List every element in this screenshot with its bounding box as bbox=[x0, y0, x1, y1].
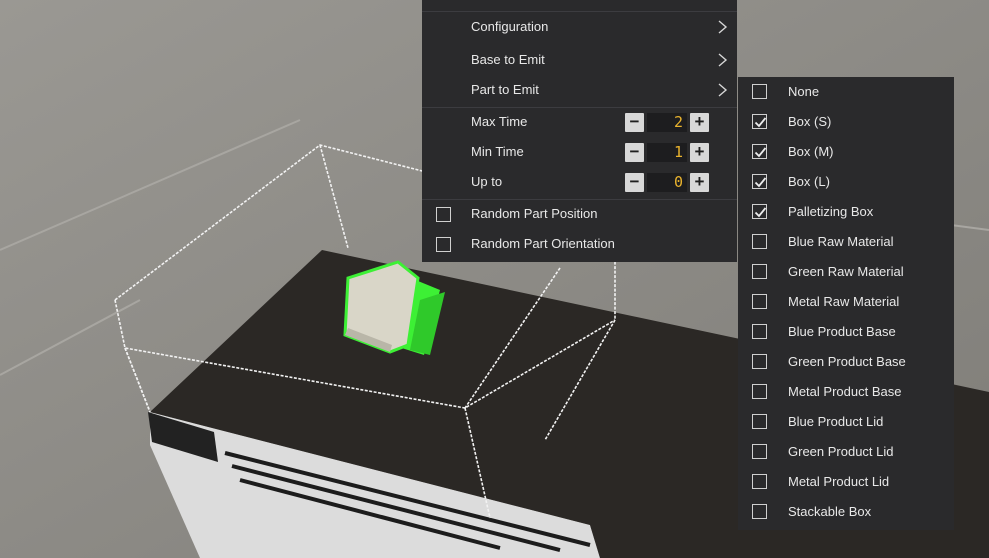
part-option-item[interactable]: Palletizing Box bbox=[738, 197, 954, 227]
part-option-label: Blue Product Lid bbox=[788, 414, 884, 429]
random-part-position-label: Random Part Position bbox=[471, 206, 598, 221]
part-option-checkbox[interactable] bbox=[752, 294, 767, 309]
part-option-checkbox[interactable] bbox=[752, 174, 767, 189]
part-option-checkbox[interactable] bbox=[752, 384, 767, 399]
part-option-item[interactable]: Blue Raw Material bbox=[738, 227, 954, 257]
part-option-checkbox[interactable] bbox=[752, 474, 767, 489]
part-option-label: Green Product Base bbox=[788, 354, 906, 369]
part-option-label: Box (M) bbox=[788, 144, 834, 159]
part-option-checkbox[interactable] bbox=[752, 324, 767, 339]
random-part-position-row[interactable]: Random Part Position bbox=[422, 199, 737, 229]
part-option-item[interactable]: None bbox=[738, 77, 954, 107]
min-time-label: Min Time bbox=[471, 144, 524, 159]
max-time-increment-button[interactable]: + bbox=[690, 113, 709, 132]
checkmark-icon bbox=[754, 207, 767, 218]
random-part-orientation-row[interactable]: Random Part Orientation bbox=[422, 229, 737, 259]
max-time-stepper: − 2 + bbox=[625, 113, 709, 133]
min-time-decrement-button[interactable]: − bbox=[625, 143, 644, 162]
part-option-item[interactable]: Box (S) bbox=[738, 107, 954, 137]
part-option-label: Palletizing Box bbox=[788, 204, 874, 219]
up-to-label: Up to bbox=[471, 174, 503, 189]
menu-item-part-to-emit[interactable]: Part to Emit bbox=[422, 75, 737, 105]
min-time-stepper: − 1 + bbox=[625, 143, 709, 163]
max-time-decrement-button[interactable]: − bbox=[625, 113, 644, 132]
random-part-orientation-label: Random Part Orientation bbox=[471, 236, 615, 251]
up-to-increment-button[interactable]: + bbox=[690, 173, 709, 192]
part-option-item[interactable]: Metal Product Base bbox=[738, 377, 954, 407]
checkmark-icon bbox=[754, 177, 767, 188]
menu-item-label: Part to Emit bbox=[471, 82, 539, 97]
max-time-value[interactable]: 2 bbox=[647, 113, 687, 132]
part-option-item[interactable]: Green Product Base bbox=[738, 347, 954, 377]
emitter-context-menu: Configuration Base to Emit Part to Emit … bbox=[422, 0, 737, 262]
menu-item-label: Configuration bbox=[471, 19, 549, 34]
max-time-row: Max Time − 2 + bbox=[422, 107, 737, 137]
min-time-increment-button[interactable]: + bbox=[690, 143, 709, 162]
menu-item-label: Base to Emit bbox=[471, 52, 545, 67]
part-option-checkbox[interactable] bbox=[752, 114, 767, 129]
part-option-item[interactable]: Blue Product Base bbox=[738, 317, 954, 347]
part-option-checkbox[interactable] bbox=[752, 354, 767, 369]
up-to-row: Up to − 0 + bbox=[422, 167, 737, 197]
part-option-label: Box (L) bbox=[788, 174, 830, 189]
random-part-orientation-checkbox[interactable] bbox=[436, 237, 451, 252]
part-option-checkbox[interactable] bbox=[752, 444, 767, 459]
part-option-checkbox[interactable] bbox=[752, 204, 767, 219]
chevron-right-icon bbox=[718, 20, 728, 34]
part-option-item[interactable]: Box (L) bbox=[738, 167, 954, 197]
part-option-checkbox[interactable] bbox=[752, 264, 767, 279]
chevron-right-icon bbox=[718, 83, 728, 97]
part-option-item[interactable]: Stackable Box bbox=[738, 497, 954, 527]
part-option-label: Green Raw Material bbox=[788, 264, 904, 279]
min-time-value[interactable]: 1 bbox=[647, 143, 687, 162]
checkmark-icon bbox=[754, 117, 767, 128]
checkmark-icon bbox=[754, 147, 767, 158]
part-option-item[interactable]: Green Product Lid bbox=[738, 437, 954, 467]
part-option-label: None bbox=[788, 84, 820, 99]
up-to-value[interactable]: 0 bbox=[647, 173, 687, 192]
part-option-label: Metal Product Base bbox=[788, 384, 902, 399]
part-option-label: Blue Raw Material bbox=[788, 234, 894, 249]
part-option-label: Metal Product Lid bbox=[788, 474, 890, 489]
min-time-row: Min Time − 1 + bbox=[422, 137, 737, 167]
part-option-label: Blue Product Base bbox=[788, 324, 896, 339]
part-to-emit-submenu: None Box (S) Box (M) Box (L) Palletizing Box… bbox=[738, 77, 954, 530]
part-option-checkbox[interactable] bbox=[752, 144, 767, 159]
part-option-checkbox[interactable] bbox=[752, 504, 767, 519]
part-option-label: Metal Raw Material bbox=[788, 294, 900, 309]
part-option-item[interactable]: Metal Product Lid bbox=[738, 467, 954, 497]
random-part-position-checkbox[interactable] bbox=[436, 207, 451, 222]
part-option-item[interactable]: Metal Raw Material bbox=[738, 287, 954, 317]
part-option-label: Green Product Lid bbox=[788, 444, 894, 459]
chevron-right-icon bbox=[718, 53, 728, 67]
up-to-stepper: − 0 + bbox=[625, 173, 709, 193]
up-to-decrement-button[interactable]: − bbox=[625, 173, 644, 192]
part-option-item[interactable]: Green Raw Material bbox=[738, 257, 954, 287]
part-option-label: Stackable Box bbox=[788, 504, 872, 519]
part-option-checkbox[interactable] bbox=[752, 234, 767, 249]
part-option-item[interactable]: Box (M) bbox=[738, 137, 954, 167]
part-option-label: Box (S) bbox=[788, 114, 832, 129]
max-time-label: Max Time bbox=[471, 114, 528, 129]
part-option-checkbox[interactable] bbox=[752, 84, 767, 99]
part-option-item[interactable]: Blue Product Lid bbox=[738, 407, 954, 437]
menu-item-base-to-emit[interactable]: Base to Emit bbox=[422, 45, 737, 75]
part-option-checkbox[interactable] bbox=[752, 414, 767, 429]
menu-item-configuration[interactable]: Configuration bbox=[422, 12, 737, 42]
